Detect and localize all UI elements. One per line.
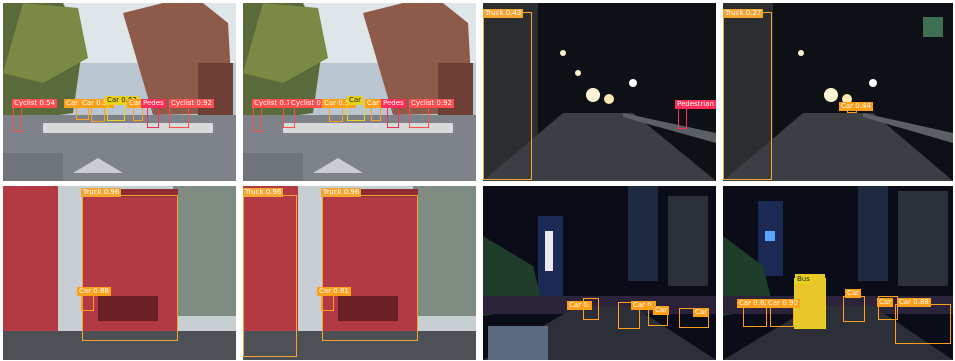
detection-label: Car 0.81 (317, 287, 351, 296)
detection-box (678, 107, 687, 129)
detection-label: Car (653, 306, 670, 315)
detection-label: Car (877, 298, 894, 307)
detection-box (82, 195, 178, 341)
detection-label: Car (347, 96, 364, 105)
detection-box (409, 106, 429, 128)
detection-label: Bus (795, 275, 812, 284)
detection-box (843, 296, 865, 322)
night-city-image (483, 186, 716, 360)
detection-label: Truck 0.96 (321, 188, 362, 197)
detection-label: Pedes (141, 99, 166, 108)
detection-box (169, 106, 189, 128)
panel-truck-rear-b: Truck 0.96 Truck 0.96 Car 0.81 (243, 186, 476, 360)
detection-label: Car (365, 99, 382, 108)
detection-box (794, 278, 826, 329)
detection-label: Car (64, 99, 81, 108)
detection-label: Cyclist 0.54 (12, 99, 57, 108)
detection-label: Pedes (381, 99, 406, 108)
detection-box (81, 294, 94, 311)
detection-box (133, 106, 143, 121)
detection-label: Pedestrian (675, 100, 716, 109)
detection-label: Truck 0.96 (243, 188, 284, 197)
detection-box (13, 106, 22, 132)
detection-box (322, 195, 418, 341)
panel-night-city-b: Car 0.82 Car 0.90 Bus Car Car Car 0.88 (723, 186, 953, 360)
detection-label: Truck 0.43 (483, 9, 524, 18)
detection-box (329, 106, 343, 122)
detection-box (243, 195, 297, 357)
detection-box (483, 12, 532, 180)
detection-label: Truck 0.96 (81, 188, 122, 197)
detection-label: Car (845, 289, 862, 298)
panel-night-highway-a: Truck 0.43 Pedestrian (483, 3, 716, 181)
detection-label: Car 0.44 (839, 102, 873, 111)
detection-box (723, 12, 772, 180)
panel-night-city-a: Car 0. Car 0. Car Car (483, 186, 716, 360)
detection-label: Car 0.88 (897, 298, 931, 307)
detection-label: Car 0.88 (77, 287, 111, 296)
detection-label: Cyclist 0.92 (409, 99, 454, 108)
detection-box (387, 106, 399, 128)
panel-day-street-b: Cyclist 0.78 Cyclist 0.60 Car 0.57 Car C… (243, 3, 476, 181)
detection-label: Car (693, 308, 710, 317)
detection-box (321, 294, 334, 311)
panel-night-highway-b: Truck 0.27 Car 0.44 (723, 3, 953, 181)
detection-box (91, 106, 105, 122)
detection-box (283, 106, 295, 128)
detection-box (371, 106, 381, 121)
detection-box (76, 106, 89, 120)
detection-label: Truck 0.27 (723, 9, 764, 18)
street-scene-image (3, 3, 236, 181)
detection-box (253, 106, 262, 132)
detection-box (147, 106, 159, 128)
panel-day-street-a: Cyclist 0.54 Car Car 0.55 Car 0.62 Car P… (3, 3, 236, 181)
detection-box (895, 304, 951, 344)
panel-truck-rear-a: Truck 0.96 Car 0.88 (3, 186, 236, 360)
street-scene-image (243, 3, 476, 181)
detection-label: Cyclist 0.92 (169, 99, 214, 108)
detection-label: Car 0. (567, 301, 592, 310)
